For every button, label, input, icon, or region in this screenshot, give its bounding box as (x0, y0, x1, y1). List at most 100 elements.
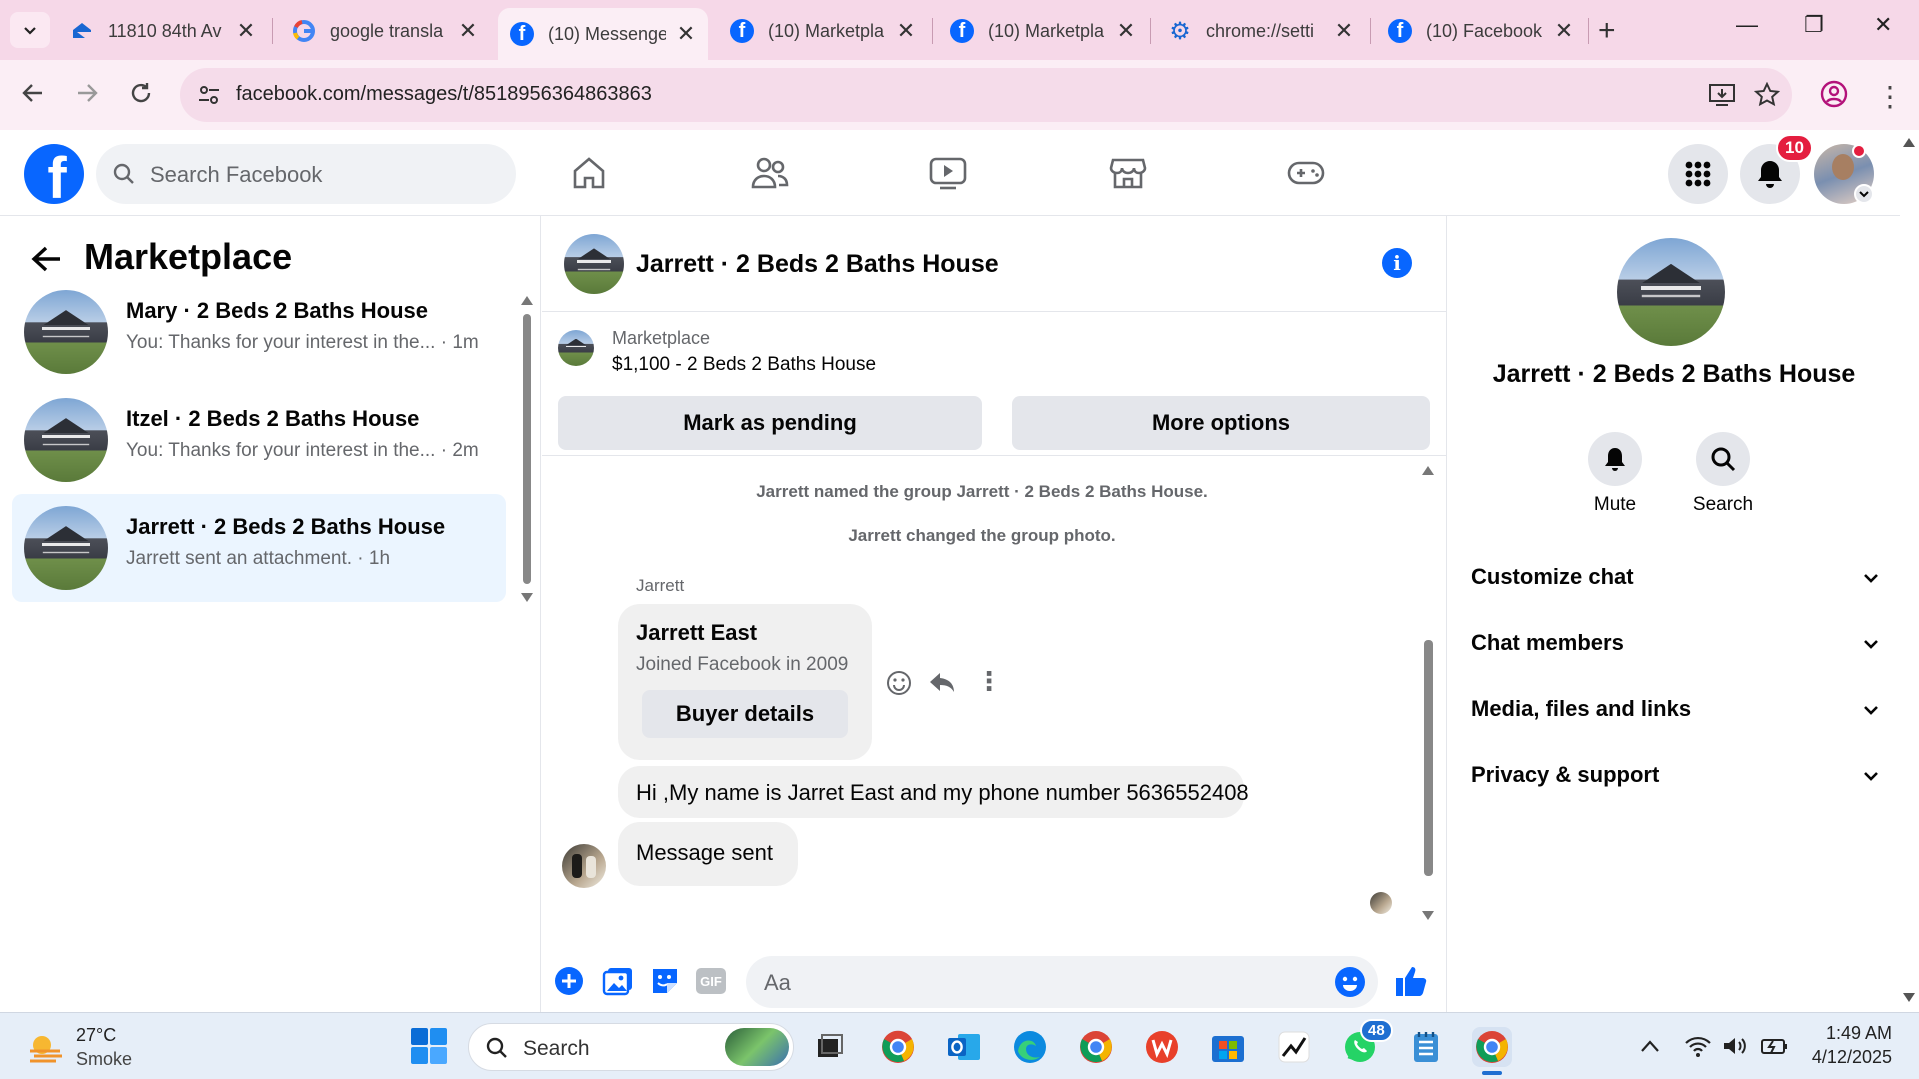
browser-tab-6[interactable]: ⚙ chrome://setti ✕ (1156, 8, 1366, 54)
section-label: Privacy & support (1471, 762, 1660, 787)
info-icon[interactable]: i (1382, 248, 1412, 278)
volume-icon[interactable] (1722, 1035, 1750, 1057)
chrome-menu-button[interactable]: ⋮ (1876, 80, 1904, 113)
browser-tab-5[interactable]: f (10) Marketpla ✕ (938, 8, 1148, 54)
more-options-button[interactable]: More options (1012, 396, 1430, 450)
menu-grid-button[interactable] (1668, 144, 1728, 204)
wifi-icon[interactable] (1684, 1035, 1712, 1057)
tab-divider (1588, 18, 1589, 44)
mark-as-pending-button[interactable]: Mark as pending (558, 396, 982, 450)
profile-button[interactable] (1820, 80, 1848, 115)
chat-details-avatar[interactable] (1617, 238, 1725, 346)
listing-price[interactable]: $1,100 - 2 Beds 2 Baths House (612, 354, 876, 376)
tab-divider (1370, 18, 1371, 44)
gif-icon[interactable]: GIF (696, 968, 726, 994)
taskbar-search[interactable]: Search (468, 1023, 794, 1071)
privacy-support-section[interactable]: Privacy & support (1471, 762, 1881, 802)
chrome-profile-icon[interactable] (878, 1027, 918, 1067)
edge-icon[interactable] (1010, 1027, 1050, 1067)
close-tab-icon[interactable]: ✕ (1554, 18, 1574, 44)
chrome-active-icon[interactable] (1472, 1027, 1512, 1067)
account-chevron-icon[interactable] (1854, 184, 1874, 204)
forward-button[interactable] (74, 80, 100, 113)
scroll-up-icon[interactable] (1421, 464, 1435, 476)
more-vertical-icon[interactable]: ⋮ (976, 666, 1002, 697)
battery-icon[interactable] (1760, 1035, 1790, 1057)
site-info-icon[interactable] (196, 82, 222, 108)
react-emoji-icon[interactable] (886, 670, 912, 696)
close-tab-icon[interactable]: ✕ (458, 18, 478, 44)
notepad-icon[interactable] (1406, 1027, 1446, 1067)
emoji-icon[interactable] (1334, 966, 1366, 998)
conversation-item[interactable]: Mary · 2 Beds 2 Baths House You: Thanks … (12, 278, 506, 386)
restore-button[interactable]: ❐ (1804, 12, 1824, 38)
page-scrollbar[interactable] (1900, 130, 1919, 1012)
tab-search-button[interactable] (10, 12, 50, 48)
wps-office-icon[interactable] (1142, 1027, 1182, 1067)
close-tab-icon[interactable]: ✕ (676, 21, 696, 47)
reload-button[interactable] (128, 80, 154, 113)
back-arrow-icon[interactable] (30, 244, 64, 274)
scroll-up-icon[interactable] (1902, 136, 1916, 148)
chat-members-section[interactable]: Chat members (1471, 630, 1881, 670)
scroll-down-icon[interactable] (520, 592, 534, 604)
sender-avatar[interactable] (562, 844, 606, 888)
sticker-icon[interactable] (650, 966, 680, 996)
search-circle[interactable] (1696, 432, 1750, 486)
close-window-button[interactable]: ✕ (1874, 12, 1892, 38)
conversation-item-selected[interactable]: Jarrett · 2 Beds 2 Baths House Jarrett s… (12, 494, 506, 602)
minimize-button[interactable]: — (1736, 12, 1758, 38)
install-app-icon[interactable] (1708, 82, 1736, 108)
friends-icon[interactable] (750, 154, 790, 192)
marketplace-icon[interactable] (1108, 154, 1148, 192)
gaming-icon[interactable] (1286, 154, 1326, 192)
mute-button[interactable]: Mute (1575, 432, 1655, 516)
close-tab-icon[interactable]: ✕ (1334, 18, 1354, 44)
scroll-up-icon[interactable] (520, 294, 534, 306)
listing-thumbnail[interactable] (558, 330, 594, 366)
close-tab-icon[interactable]: ✕ (1116, 18, 1136, 44)
new-tab-button[interactable]: + (1598, 14, 1616, 48)
browser-tab-7[interactable]: f (10) Facebook ✕ (1376, 8, 1586, 54)
outlook-icon[interactable] (944, 1027, 984, 1067)
customize-chat-section[interactable]: Customize chat (1471, 564, 1881, 604)
message-input[interactable]: Aa (746, 956, 1378, 1008)
back-button[interactable] (20, 80, 46, 113)
browser-tab-3-active[interactable]: f (10) Messenge ✕ (498, 8, 708, 60)
browser-tab-1[interactable]: 11810 84th Av ✕ (58, 8, 268, 54)
browser-tab-2[interactable]: google transla ✕ (280, 8, 490, 54)
plus-circle-icon[interactable] (554, 966, 584, 996)
scrollbar-thumb[interactable] (1424, 640, 1433, 876)
system-clock[interactable]: 1:49 AM 4/12/2025 (1812, 1021, 1892, 1069)
media-files-links-section[interactable]: Media, files and links (1471, 696, 1881, 736)
video-icon[interactable] (928, 154, 968, 192)
close-tab-icon[interactable]: ✕ (236, 18, 256, 44)
facebook-logo[interactable]: f (24, 144, 84, 204)
windows-start-icon[interactable] (410, 1027, 448, 1065)
browser-tab-4[interactable]: f (10) Marketpla ✕ (718, 8, 928, 54)
task-view-icon[interactable] (810, 1027, 850, 1067)
messages-scrollbar[interactable] (1420, 464, 1436, 924)
bookmark-star-icon[interactable] (1754, 82, 1780, 108)
chrome-icon[interactable] (1076, 1027, 1116, 1067)
chat-title[interactable]: Jarrett · 2 Beds 2 Baths House (636, 250, 999, 279)
home-icon[interactable] (570, 154, 608, 192)
mute-circle[interactable] (1588, 432, 1642, 486)
conversation-item[interactable]: Itzel · 2 Beds 2 Baths House You: Thanks… (12, 386, 506, 494)
scroll-down-icon[interactable] (1902, 992, 1916, 1004)
scroll-down-icon[interactable] (1421, 910, 1435, 922)
thumbs-up-icon[interactable] (1394, 964, 1428, 998)
chat-avatar[interactable] (564, 234, 624, 294)
reply-icon[interactable] (928, 670, 956, 696)
buyer-details-button[interactable]: Buyer details (642, 690, 848, 738)
app-chart-icon[interactable] (1274, 1027, 1314, 1067)
chevron-up-icon[interactable] (1640, 1039, 1660, 1053)
facebook-search-input[interactable]: Search Facebook (96, 144, 516, 204)
close-tab-icon[interactable]: ✕ (896, 18, 916, 44)
address-bar[interactable]: facebook.com/messages/t/8518956364863863 (180, 68, 1792, 122)
scrollbar-thumb[interactable] (523, 314, 531, 584)
conversation-scrollbar[interactable] (520, 294, 534, 604)
photo-icon[interactable] (602, 966, 634, 996)
microsoft-store-icon[interactable] (1208, 1027, 1248, 1067)
search-in-chat-button[interactable]: Search (1683, 432, 1763, 516)
